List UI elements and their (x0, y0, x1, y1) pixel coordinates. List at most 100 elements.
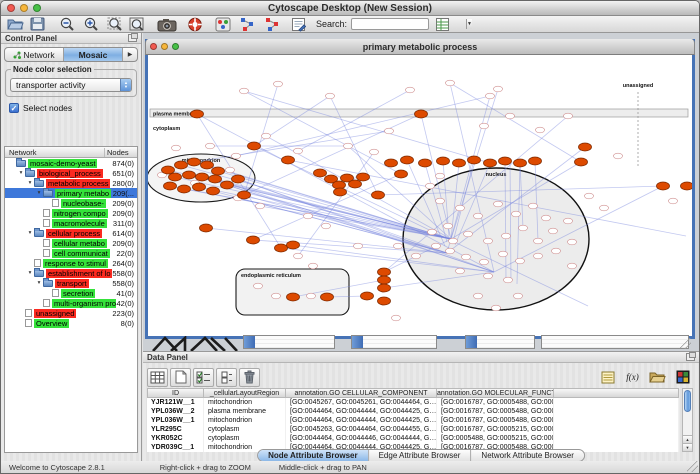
selected-node[interactable] (248, 142, 261, 150)
table-row-yjr121w-1[interactable]: YJR121W__1mitochondrion[GO:0045267, GO:0… (147, 398, 679, 407)
node[interactable] (294, 148, 303, 154)
selected-node[interactable] (209, 175, 222, 183)
network-canvas-area[interactable]: plasma membrane cytoplasm mitochondrion … (148, 56, 692, 336)
edge[interactable] (244, 91, 490, 163)
tree-row-biological-process[interactable]: ▾biological_process651(0) (5, 168, 137, 178)
resize-grip-icon[interactable] (680, 338, 691, 349)
node[interactable] (394, 243, 403, 249)
selected-node[interactable] (378, 276, 391, 284)
tree-row-establishment-of-lo[interactable]: ▾establishment of lo558(0) (5, 268, 137, 278)
node[interactable] (516, 258, 525, 264)
tree-row-primary-metabo[interactable]: ▾primary metabo209(... (5, 188, 137, 198)
node-color-select[interactable]: transporter activity ▲▼ (10, 78, 132, 92)
node[interactable] (486, 93, 495, 99)
node[interactable] (426, 183, 435, 189)
node[interactable] (326, 93, 335, 99)
node[interactable] (262, 133, 271, 139)
table-row-ypl036w-2[interactable]: YPL036W__2plasma membrane[GO:0044464, GO… (147, 407, 679, 416)
selected-node[interactable] (514, 159, 527, 167)
node[interactable] (412, 253, 421, 259)
open-session-icon[interactable] (7, 17, 24, 32)
selected-node[interactable] (183, 171, 196, 179)
node[interactable] (432, 243, 441, 249)
tree-row-secretion[interactable]: secretion41(0) (5, 288, 137, 298)
select-all-attrs-icon[interactable] (193, 368, 214, 387)
node[interactable] (370, 149, 379, 155)
selected-node[interactable] (372, 191, 385, 199)
selected-node[interactable] (212, 167, 225, 175)
import-network-table-icon[interactable] (435, 17, 450, 32)
selected-node[interactable] (191, 110, 204, 118)
tree-row-macromolecule[interactable]: macromolecule311(0) (5, 218, 137, 228)
node[interactable] (172, 145, 181, 151)
tree-expand-icon[interactable]: ▾ (26, 180, 34, 186)
node[interactable] (354, 243, 363, 249)
selected-node[interactable] (164, 182, 177, 190)
tree-row-cell-communicat[interactable]: cell communicat22(0) (5, 248, 137, 258)
selected-node[interactable] (207, 187, 220, 195)
scroll-up-icon[interactable]: ▲ (683, 435, 692, 443)
network-view-titlebar[interactable]: primary metabolic process (145, 39, 695, 55)
mosaic-plugin-icon[interactable] (672, 368, 693, 387)
selected-node[interactable] (437, 157, 450, 165)
selected-node[interactable] (484, 159, 497, 167)
stepper-arrows-icon[interactable]: ▲▼ (120, 79, 131, 91)
tree-expand-icon[interactable]: ▾ (35, 280, 43, 286)
col-header-annotation-go-cellular-component[interactable]: annotation.GO CELLULAR_COMPONENT (286, 388, 437, 398)
help-lifering-icon[interactable] (187, 17, 203, 32)
node[interactable] (499, 251, 508, 257)
node[interactable] (254, 283, 263, 289)
edge[interactable] (175, 177, 451, 239)
node[interactable] (514, 293, 523, 299)
node[interactable] (436, 198, 445, 204)
col-header-cellularlayoutregion[interactable]: _cellularLayoutRegion (204, 388, 286, 398)
tab-edge-attribute-browser[interactable]: Edge Attribute Browser (369, 450, 472, 461)
node[interactable] (542, 215, 551, 221)
delete-attribute-icon[interactable] (239, 368, 260, 387)
selected-node[interactable] (238, 191, 251, 199)
scroll-down-icon[interactable]: ▼ (683, 443, 692, 451)
selected-node[interactable] (395, 170, 408, 178)
open-attr-file-icon[interactable] (647, 368, 668, 387)
node[interactable] (294, 253, 303, 259)
selected-node[interactable] (529, 157, 542, 165)
node[interactable] (529, 203, 538, 209)
selected-node[interactable] (453, 159, 466, 167)
edge[interactable] (298, 90, 410, 151)
node[interactable] (256, 203, 265, 209)
node[interactable] (456, 268, 465, 274)
app-titlebar[interactable]: Cytoscape Desktop (New Session) (1, 1, 699, 16)
node[interactable] (568, 239, 577, 245)
selected-node[interactable] (282, 156, 295, 164)
node[interactable] (474, 213, 483, 219)
node[interactable] (385, 128, 394, 134)
selected-node[interactable] (232, 175, 245, 183)
selected-node[interactable] (401, 156, 414, 164)
node[interactable] (462, 254, 471, 260)
node[interactable] (456, 205, 465, 211)
zoom-in-icon[interactable] (83, 17, 99, 32)
selected-node[interactable] (275, 244, 288, 252)
tree-row-transport[interactable]: ▾transport558(0) (5, 278, 137, 288)
minimized-window-titlebar[interactable] (244, 336, 255, 348)
selected-node[interactable] (321, 293, 334, 301)
node[interactable] (494, 86, 503, 92)
network-canvas[interactable]: plasma membrane cytoplasm mitochondrion … (148, 56, 692, 333)
node[interactable] (446, 80, 455, 86)
tab-network[interactable]: Network (5, 48, 64, 61)
selected-node[interactable] (334, 188, 347, 196)
node[interactable] (274, 81, 283, 87)
selected-node[interactable] (175, 161, 188, 169)
selected-node[interactable] (196, 173, 209, 181)
tree-row-metabolic-process[interactable]: ▾metabolic process280(0) (5, 178, 137, 188)
node[interactable] (534, 253, 543, 259)
selected-node[interactable] (162, 166, 175, 174)
selected-node[interactable] (178, 185, 191, 193)
node[interactable] (494, 201, 503, 207)
tree-row-unassigned[interactable]: unassigned223(0) (5, 308, 137, 318)
selected-node[interactable] (468, 156, 481, 164)
node[interactable] (600, 205, 609, 211)
search-combobox[interactable]: ▼ (351, 18, 429, 30)
tree-row-mosaic-demo-yeast[interactable]: mosaic-demo-yeast874(0) (5, 158, 137, 168)
node[interactable] (564, 113, 573, 119)
